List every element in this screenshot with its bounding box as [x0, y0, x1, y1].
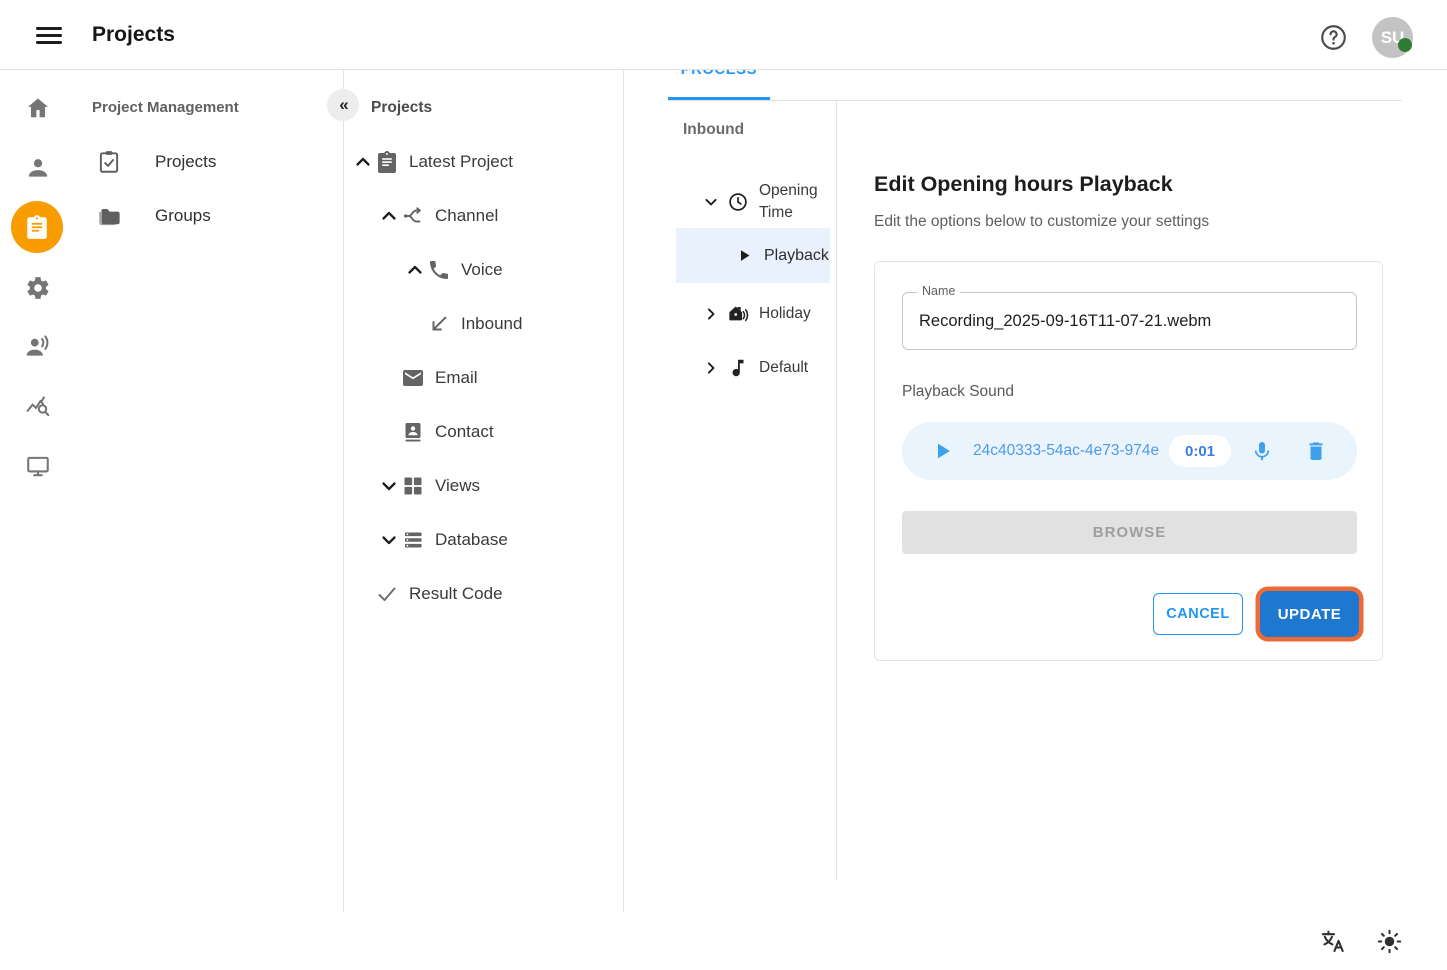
- playback-sound-label: Playback Sound: [902, 383, 1014, 401]
- settings-card: Name Playback Sound 24c40333-54ac-4e73-9…: [874, 261, 1383, 661]
- divider-process-main: [836, 101, 837, 880]
- call-received-icon: [427, 312, 451, 336]
- tree-node-views[interactable]: Views: [343, 459, 623, 513]
- tree-node-inbound[interactable]: Inbound: [343, 297, 623, 351]
- tree-node-label: Result Code: [409, 584, 503, 604]
- check-icon: [375, 582, 399, 606]
- folder-icon: [96, 203, 122, 229]
- name-field: Name: [902, 292, 1357, 350]
- help-icon[interactable]: [1320, 24, 1347, 51]
- collapse-panel-button[interactable]: «: [327, 89, 359, 121]
- tree-node-label: Channel: [435, 206, 498, 226]
- brightness-icon[interactable]: [1376, 928, 1403, 955]
- home-icon[interactable]: [25, 95, 51, 121]
- monitor-icon[interactable]: [25, 453, 51, 479]
- translate-icon[interactable]: [1320, 928, 1347, 955]
- tree-node-channel[interactable]: Channel: [343, 189, 623, 243]
- sidebar-item-projects[interactable]: Projects: [75, 135, 343, 189]
- tab-active-underline: [668, 97, 770, 100]
- grid-icon: [401, 474, 425, 498]
- database-icon: [401, 528, 425, 552]
- tree-node-label: Views: [435, 476, 480, 496]
- sidebar-item-label: Groups: [155, 206, 211, 226]
- clock-icon: [727, 191, 749, 213]
- chevron-down-icon[interactable]: [377, 528, 401, 552]
- clipboard-icon: [375, 150, 399, 174]
- tree-node-result-code[interactable]: Result Code: [343, 567, 623, 621]
- delete-audio-icon[interactable]: [1304, 439, 1328, 463]
- phone-icon: [427, 258, 451, 282]
- process-node-label: Holiday: [759, 305, 811, 323]
- tree-node-database[interactable]: Database: [343, 513, 623, 567]
- audio-player: 24c40333-54ac-4e73-974e 0:01: [902, 422, 1357, 480]
- chevron-down-icon[interactable]: [701, 192, 721, 212]
- users-icon[interactable]: [25, 155, 51, 181]
- tree-node-label: Voice: [461, 260, 503, 280]
- process-node-label: Default: [759, 359, 808, 377]
- chevron-right-icon[interactable]: [701, 304, 721, 324]
- settings-gear-icon[interactable]: [25, 275, 51, 301]
- statistics-search-icon[interactable]: [25, 394, 51, 420]
- process-node-default[interactable]: Default: [623, 341, 836, 395]
- tabstrip-divider: [668, 100, 1402, 101]
- tree-node-label: Contact: [435, 422, 494, 442]
- contact-card-icon: [401, 420, 425, 444]
- process-node-playback-selected[interactable]: Playback: [676, 228, 830, 283]
- tree-node-contact[interactable]: Contact: [343, 405, 623, 459]
- tree-node-voice[interactable]: Voice: [343, 243, 623, 297]
- update-button[interactable]: UPDATE: [1260, 591, 1359, 637]
- tree-node-email[interactable]: Email: [343, 351, 623, 405]
- audio-filename: 24c40333-54ac-4e73-974e: [973, 442, 1169, 460]
- play-icon: [736, 247, 753, 264]
- process-node-holiday[interactable]: Holiday: [623, 287, 836, 341]
- chevron-up-icon[interactable]: [377, 204, 401, 228]
- tree-node-latest-project[interactable]: Latest Project: [343, 135, 623, 189]
- chevron-down-icon[interactable]: [377, 474, 401, 498]
- microphone-icon[interactable]: [1250, 439, 1274, 463]
- online-status-dot: [1398, 38, 1412, 52]
- chevron-up-icon[interactable]: [351, 150, 375, 174]
- music-note-icon: [727, 357, 749, 379]
- hamburger-menu-icon[interactable]: [36, 27, 62, 44]
- process-panel-title: Inbound: [683, 121, 744, 139]
- sidebar-item-label: Projects: [155, 152, 216, 172]
- holiday-house-icon: [727, 303, 749, 325]
- sidebar-item-groups[interactable]: Groups: [75, 189, 343, 243]
- nav-panel-title: Project Management: [92, 99, 239, 116]
- email-icon: [401, 366, 425, 390]
- tree-node-label: Email: [435, 368, 478, 388]
- edit-playback-subheading: Edit the options below to customize your…: [874, 213, 1209, 231]
- browse-button[interactable]: BROWSE: [902, 511, 1357, 554]
- process-node-label: Playback: [764, 247, 829, 265]
- clipboard-check-icon: [96, 149, 122, 175]
- channel-icon: [401, 204, 425, 228]
- page-title: Projects: [92, 23, 175, 47]
- name-input[interactable]: [903, 293, 1356, 349]
- tree-node-label: Latest Project: [409, 152, 513, 172]
- tree-node-label: Inbound: [461, 314, 522, 334]
- process-node-label: Opening Time: [759, 180, 831, 225]
- chevron-right-icon[interactable]: [701, 358, 721, 378]
- header: Projects SU: [0, 0, 1447, 70]
- voice-agent-icon[interactable]: [25, 334, 51, 360]
- chevron-up-icon[interactable]: [403, 258, 427, 282]
- edit-playback-heading: Edit Opening hours Playback: [874, 172, 1173, 197]
- tree-panel-title: Projects: [371, 99, 432, 117]
- play-audio-button[interactable]: [932, 440, 954, 462]
- app-root: Projects SU Project Management Projects: [0, 0, 1447, 970]
- tree-node-label: Database: [435, 530, 508, 550]
- audio-duration-badge: 0:01: [1169, 435, 1231, 467]
- projects-rail-active-icon[interactable]: [11, 201, 63, 253]
- cancel-button[interactable]: CANCEL: [1153, 593, 1243, 635]
